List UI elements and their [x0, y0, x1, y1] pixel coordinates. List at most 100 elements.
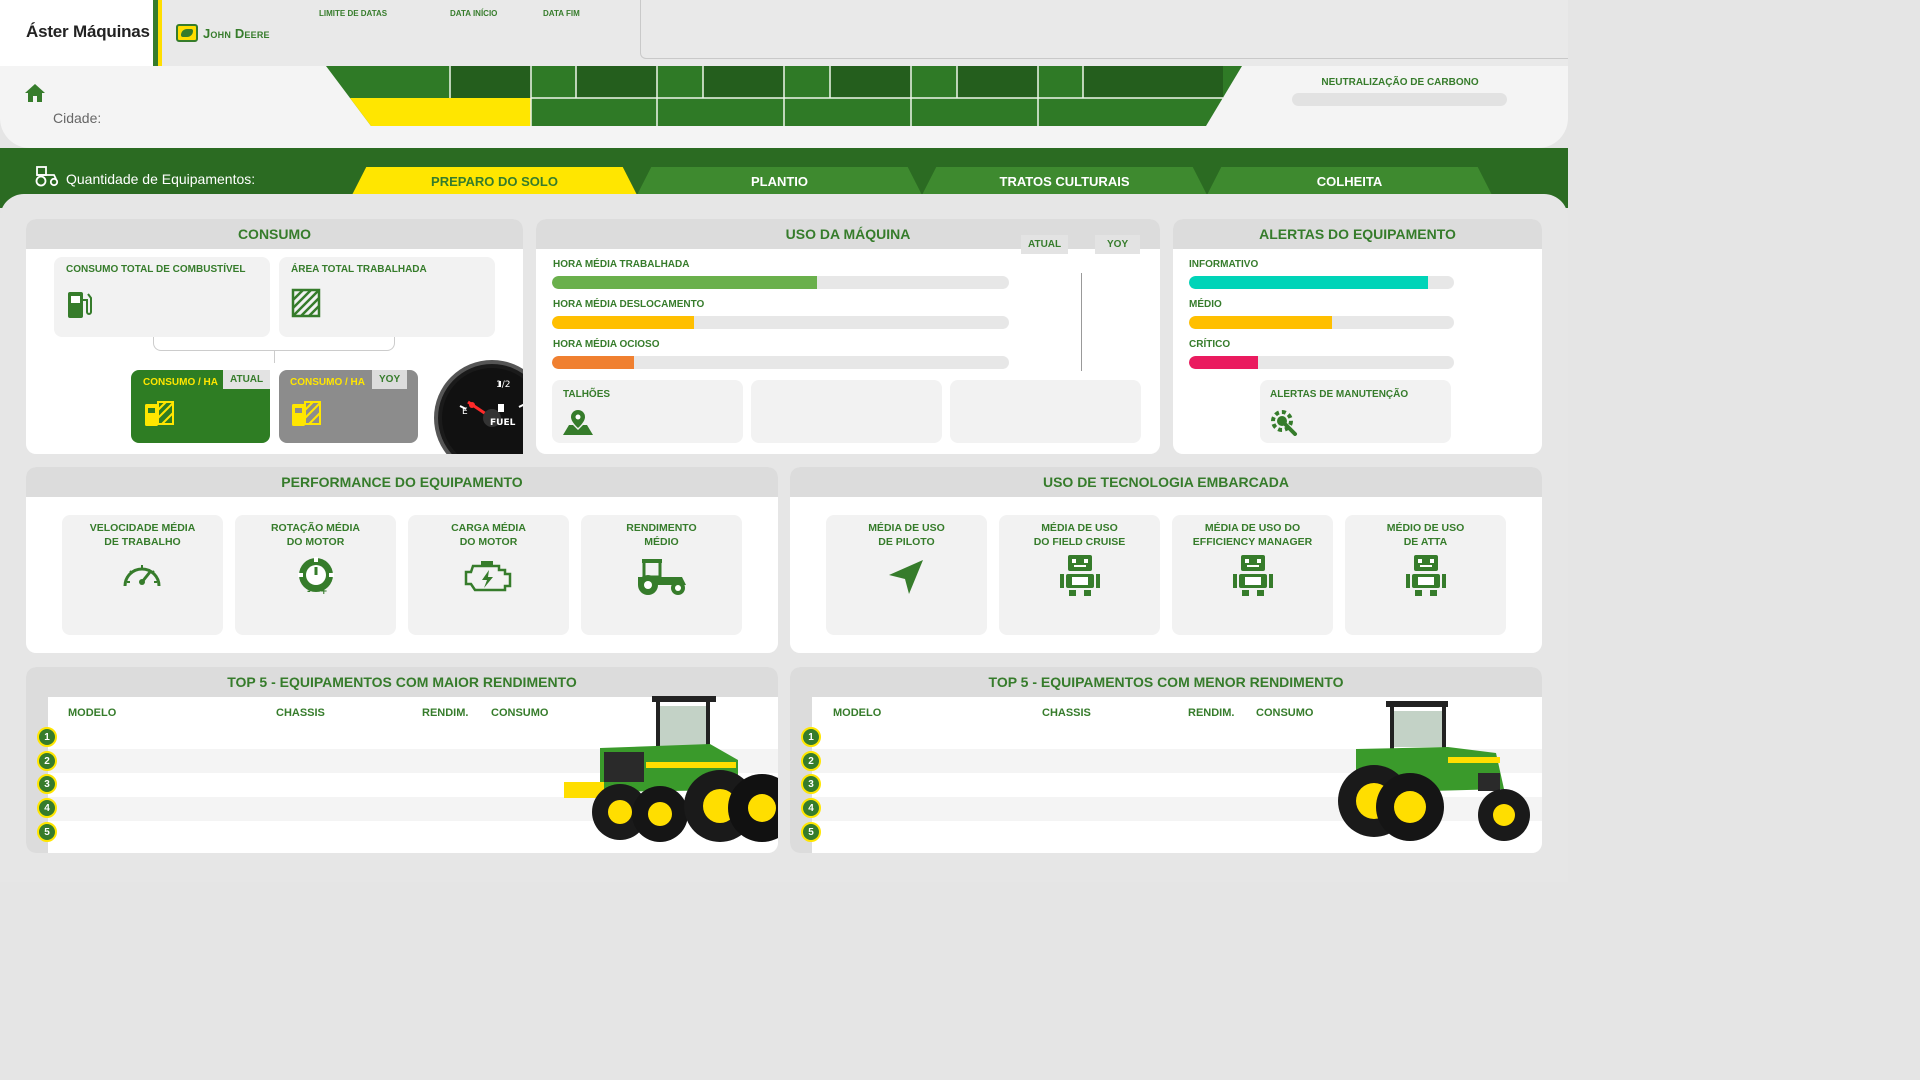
bar-label: HORA MÉDIA TRABALHADA: [553, 259, 690, 270]
tecnologia-title: USO DE TECNOLOGIA EMBARCADA: [790, 467, 1542, 497]
col-consumo[interactable]: CONSUMO: [491, 707, 548, 719]
tab-colheita[interactable]: COLHEITA: [1207, 167, 1492, 195]
gauge-empty-label: E: [462, 407, 468, 417]
tech-line2: DE ATTA: [1403, 536, 1448, 548]
col-chassis[interactable]: CHASSIS: [1042, 707, 1091, 719]
tab-tratos-culturais[interactable]: TRATOS CULTURAIS: [922, 167, 1207, 195]
tech-line1: MÉDIO DE USO: [1386, 522, 1465, 534]
yoy-tag: YOY: [1095, 235, 1141, 254]
tech-line2: DE PILOTO: [878, 536, 935, 548]
col-chassis[interactable]: CHASSIS: [276, 707, 325, 719]
consumo-ha-atual-label: CONSUMO / HA: [143, 377, 218, 388]
tech-line1: MÉDIA DE USO: [1041, 522, 1118, 534]
col-rendimento[interactable]: RENDIM.: [422, 707, 468, 719]
carbon-neutralization-label: NEUTRALIZAÇÃO DE CARBONO: [1321, 77, 1479, 88]
perf-line2: DO MOTOR: [459, 536, 518, 548]
perf-line2: MÉDIO: [644, 536, 679, 548]
tab-preparo-do-solo[interactable]: PREPARO DO SOLO: [352, 167, 637, 195]
rank-badge: 5: [37, 822, 57, 842]
tractor-icon: [35, 166, 59, 187]
yoy-tag: YOY: [372, 370, 408, 389]
perf-line1: VELOCIDADE MÉDIA: [89, 522, 196, 534]
equipment-quantity-label: Quantidade de Equipamentos:: [66, 171, 256, 187]
navigation-icon: [889, 560, 923, 594]
city-label: Cidade:: [53, 110, 102, 126]
empty-metric-box: [950, 380, 1141, 443]
fuel-gauge: 1/2 E FUEL: [430, 356, 523, 454]
rank-badge: 3: [37, 774, 57, 794]
app-title: Áster Máquinas: [26, 22, 150, 41]
tab-plantio[interactable]: PLANTIO: [637, 167, 922, 195]
alert-bar-fill: [1189, 316, 1333, 329]
gear-wrench-icon: [1271, 410, 1297, 436]
filter-panel[interactable]: [640, 0, 1568, 59]
alert-bar-fill: [1189, 276, 1428, 289]
brand-stripe: [153, 0, 162, 66]
consumo-ha-yoy-label: CONSUMO / HA: [290, 377, 365, 388]
tech-line1: MÉDIA DE USO DO: [1204, 522, 1301, 534]
gauge-half-label: 1/2: [496, 380, 510, 390]
perf-line1: ROTAÇÃO MÉDIA: [270, 522, 361, 534]
alert-label-informativo: INFORMATIVO: [1189, 259, 1259, 270]
column-divider: [1081, 273, 1082, 371]
tractor-icon: [638, 559, 686, 595]
alertas-title: ALERTAS DO EQUIPAMENTO: [1173, 219, 1542, 249]
home-icon[interactable]: [24, 83, 46, 103]
bar-label: HORA MÉDIA OCIOSO: [553, 339, 660, 350]
top5-menor-title: TOP 5 - EQUIPAMENTOS COM MENOR RENDIMENT…: [790, 667, 1542, 697]
perf-line1: CARGA MÉDIA: [451, 522, 526, 534]
usage-bar-fill: [552, 316, 694, 329]
fuel-pump-icon: [68, 292, 92, 318]
empty-metric-box: [751, 380, 942, 443]
brand-name: John Deere: [203, 25, 270, 41]
robot-icon: [1406, 555, 1446, 596]
usage-bar: [552, 356, 1009, 369]
col-rendimento[interactable]: RENDIM.: [1188, 707, 1234, 719]
usage-bar-fill: [552, 276, 818, 289]
tech-line2: DO FIELD CRUISE: [1033, 536, 1126, 548]
usage-bar-fill: [552, 356, 635, 369]
start-date-label[interactable]: DATA INÍCIO: [450, 9, 497, 18]
atual-tag: ATUAL: [1021, 235, 1069, 254]
john-deere-logo: John Deere: [176, 24, 270, 42]
rank-badge: 1: [37, 727, 57, 747]
alert-bar: [1189, 356, 1454, 369]
consumo-title: CONSUMO: [26, 219, 523, 249]
kpi-banner: [326, 66, 1242, 126]
atual-tag: ATUAL: [223, 370, 271, 389]
rank-badge: 4: [37, 798, 57, 818]
alert-label-critico: CRÍTICO: [1189, 339, 1231, 350]
tech-line2: EFFICIENCY MANAGER: [1192, 536, 1313, 548]
perf-line2: DO MOTOR: [286, 536, 345, 548]
area-hatch-icon: [291, 288, 321, 318]
col-modelo[interactable]: MODELO: [833, 707, 881, 719]
gauge-fuel-label: FUEL: [490, 418, 516, 428]
fuel-area-icon: [292, 401, 321, 426]
svg-text:-: -: [307, 587, 311, 596]
usage-bar: [552, 316, 1009, 329]
rank-badge: 3: [801, 774, 821, 794]
robot-icon: [1233, 555, 1273, 596]
alert-label-medio: MÉDIO: [1189, 299, 1222, 310]
bar-label: HORA MÉDIA DESLOCAMENTO: [553, 299, 705, 310]
perf-line1: RENDIMENTO: [626, 522, 697, 534]
rank-badge: 2: [801, 751, 821, 771]
rank-badge: 5: [801, 822, 821, 842]
tech-line1: MÉDIA DE USO: [868, 522, 945, 534]
tractor-row-crop-image: [1338, 701, 1530, 841]
rank-badge: 1: [801, 727, 821, 747]
col-consumo[interactable]: CONSUMO: [1256, 707, 1313, 719]
area-total-label: ÁREA TOTAL TRABALHADA: [291, 264, 427, 275]
end-date-label[interactable]: DATA FIM: [543, 9, 580, 18]
date-limit-label: LIMITE DE DATAS: [319, 9, 388, 18]
performance-title: PERFORMANCE DO EQUIPAMENTO: [26, 467, 778, 497]
alert-bar: [1189, 276, 1454, 289]
map-pin-icon: [563, 410, 593, 435]
talhoes-label: TALHÕES: [563, 389, 611, 400]
svg-text:+: +: [320, 587, 328, 596]
maintenance-alerts-label: ALERTAS DE MANUTENÇÃO: [1270, 389, 1409, 400]
col-modelo[interactable]: MODELO: [68, 707, 116, 719]
fuel-total-label: CONSUMO TOTAL DE COMBUSTÍVEL: [66, 264, 246, 275]
alert-bar-fill: [1189, 356, 1258, 369]
carbon-neutralization-bar: [1292, 93, 1507, 106]
